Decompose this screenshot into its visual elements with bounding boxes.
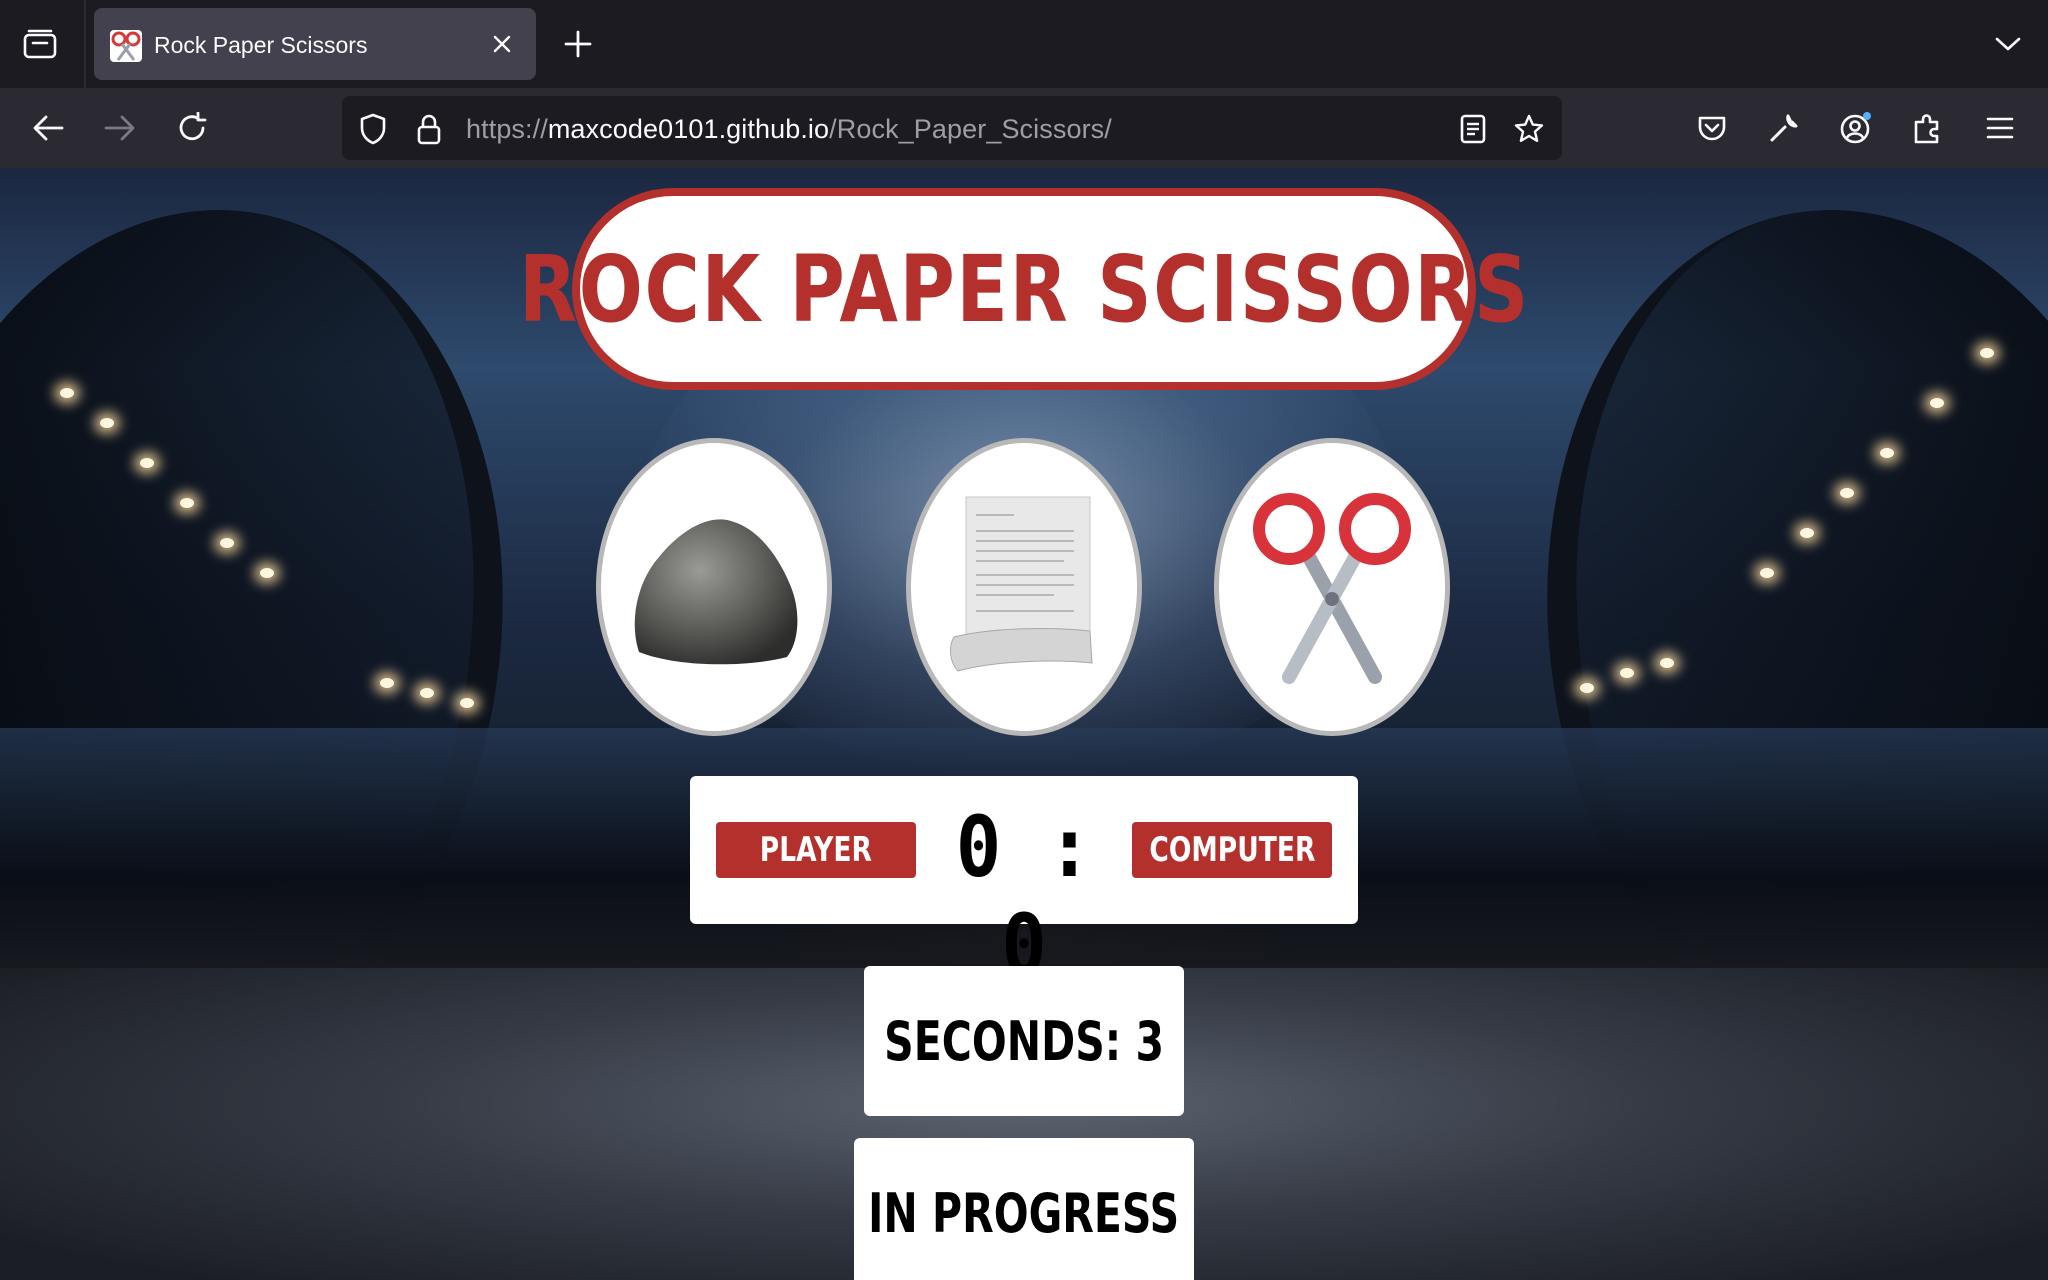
reload-button[interactable] xyxy=(172,108,212,148)
url-host: maxcode0101.github.io xyxy=(547,114,830,144)
lock-icon xyxy=(417,114,441,145)
account-button[interactable] xyxy=(1836,108,1876,148)
site-security-button[interactable] xyxy=(412,112,446,146)
tab-close-button[interactable] xyxy=(486,28,518,60)
paper-icon xyxy=(950,496,1093,672)
reader-view-button[interactable] xyxy=(1456,112,1490,146)
timer-panel: SECONDS: 3 xyxy=(864,966,1184,1116)
floodlight xyxy=(1800,528,1814,538)
url-scheme: https:// xyxy=(466,114,548,144)
floodlight xyxy=(1580,683,1594,693)
app-menu-button[interactable] xyxy=(1980,108,2020,148)
floodlight xyxy=(180,498,194,508)
floodlight xyxy=(1880,448,1894,458)
scoreboard: PLAYER 0 : 0 COMPUTER xyxy=(690,776,1358,994)
url-path: /Rock_Paper_Scissors/ xyxy=(829,114,1112,144)
floodlight xyxy=(1840,488,1854,498)
floodlight xyxy=(420,688,434,698)
new-tab-button[interactable] xyxy=(560,26,596,62)
floodlight xyxy=(380,678,394,688)
chevron-down-icon xyxy=(1995,37,2021,51)
game-title-banner: ROCK PAPER SCISSORS xyxy=(519,188,1528,390)
url-text[interactable]: https://maxcode0101.github.io/Rock_Paper… xyxy=(466,114,1112,145)
floodlight xyxy=(460,698,474,708)
pocket-icon xyxy=(1698,116,1726,141)
floodlight xyxy=(1980,348,1994,358)
tracking-protection-button[interactable] xyxy=(356,112,390,146)
tab-separator xyxy=(84,0,86,88)
plus-icon xyxy=(564,30,592,58)
timer-text: SECONDS: 3 xyxy=(884,1009,1164,1073)
game-title: ROCK PAPER SCISSORS xyxy=(518,235,1530,343)
firefox-view-icon xyxy=(23,29,57,59)
floodlight xyxy=(260,568,274,578)
computer-label: COMPUTER xyxy=(1149,830,1316,870)
floodlight xyxy=(1930,398,1944,408)
arrow-left-icon xyxy=(33,115,64,141)
score-display: 0 : 0 xyxy=(955,798,1093,994)
scissors-button[interactable] xyxy=(1214,438,1450,736)
computer-label-badge: COMPUTER xyxy=(1132,822,1332,878)
floodlight xyxy=(1760,568,1774,578)
puzzle-piece-icon xyxy=(1914,114,1939,144)
close-icon xyxy=(493,35,511,53)
extensions-button[interactable] xyxy=(1908,108,1948,148)
back-button[interactable] xyxy=(28,108,68,148)
bookmark-star-button[interactable] xyxy=(1512,112,1546,146)
player-label: PLAYER xyxy=(759,830,873,870)
shield-icon xyxy=(360,113,386,145)
game-status-text: IN PROGRESS xyxy=(868,1181,1180,1245)
navigation-toolbar: https://maxcode0101.github.io/Rock_Paper… xyxy=(0,88,2048,168)
floodlight xyxy=(1620,668,1634,678)
floodlight xyxy=(140,458,154,468)
floodlight xyxy=(1660,658,1674,668)
wrench-icon xyxy=(1770,114,1798,142)
rock-button[interactable] xyxy=(596,438,832,736)
floodlight xyxy=(220,538,234,548)
forward-button[interactable] xyxy=(100,108,140,148)
list-all-tabs-button[interactable] xyxy=(1988,26,2028,62)
account-icon xyxy=(1840,112,1871,144)
tab-bar: Rock Paper Scissors xyxy=(0,0,2048,88)
game-status-panel: IN PROGRESS xyxy=(854,1138,1194,1280)
pocket-button[interactable] xyxy=(1692,108,1732,148)
rock-icon xyxy=(634,519,798,665)
developer-tools-button[interactable] xyxy=(1764,108,1804,148)
game-page: ROCK PAPER SCISSORS PLAYER 0: 0 COMPUTE… xyxy=(0,168,2048,1280)
scissors-icon xyxy=(1253,493,1411,684)
reload-icon xyxy=(179,112,207,141)
hamburger-menu-icon xyxy=(1986,117,2014,139)
scissors-favicon-icon xyxy=(110,30,142,62)
player-label-badge: PLAYER xyxy=(716,822,916,878)
star-icon xyxy=(1514,114,1544,142)
floodlight xyxy=(60,388,74,398)
tab-active[interactable]: Rock Paper Scissors xyxy=(94,8,536,80)
reader-view-icon xyxy=(1460,114,1486,144)
floodlight xyxy=(100,418,114,428)
tab-title: Rock Paper Scissors xyxy=(154,32,368,58)
arrow-right-icon xyxy=(104,115,135,141)
firefox-view-button[interactable] xyxy=(20,26,60,62)
address-bar[interactable]: https://maxcode0101.github.io/Rock_Paper… xyxy=(342,96,1562,160)
paper-button[interactable] xyxy=(906,438,1142,736)
